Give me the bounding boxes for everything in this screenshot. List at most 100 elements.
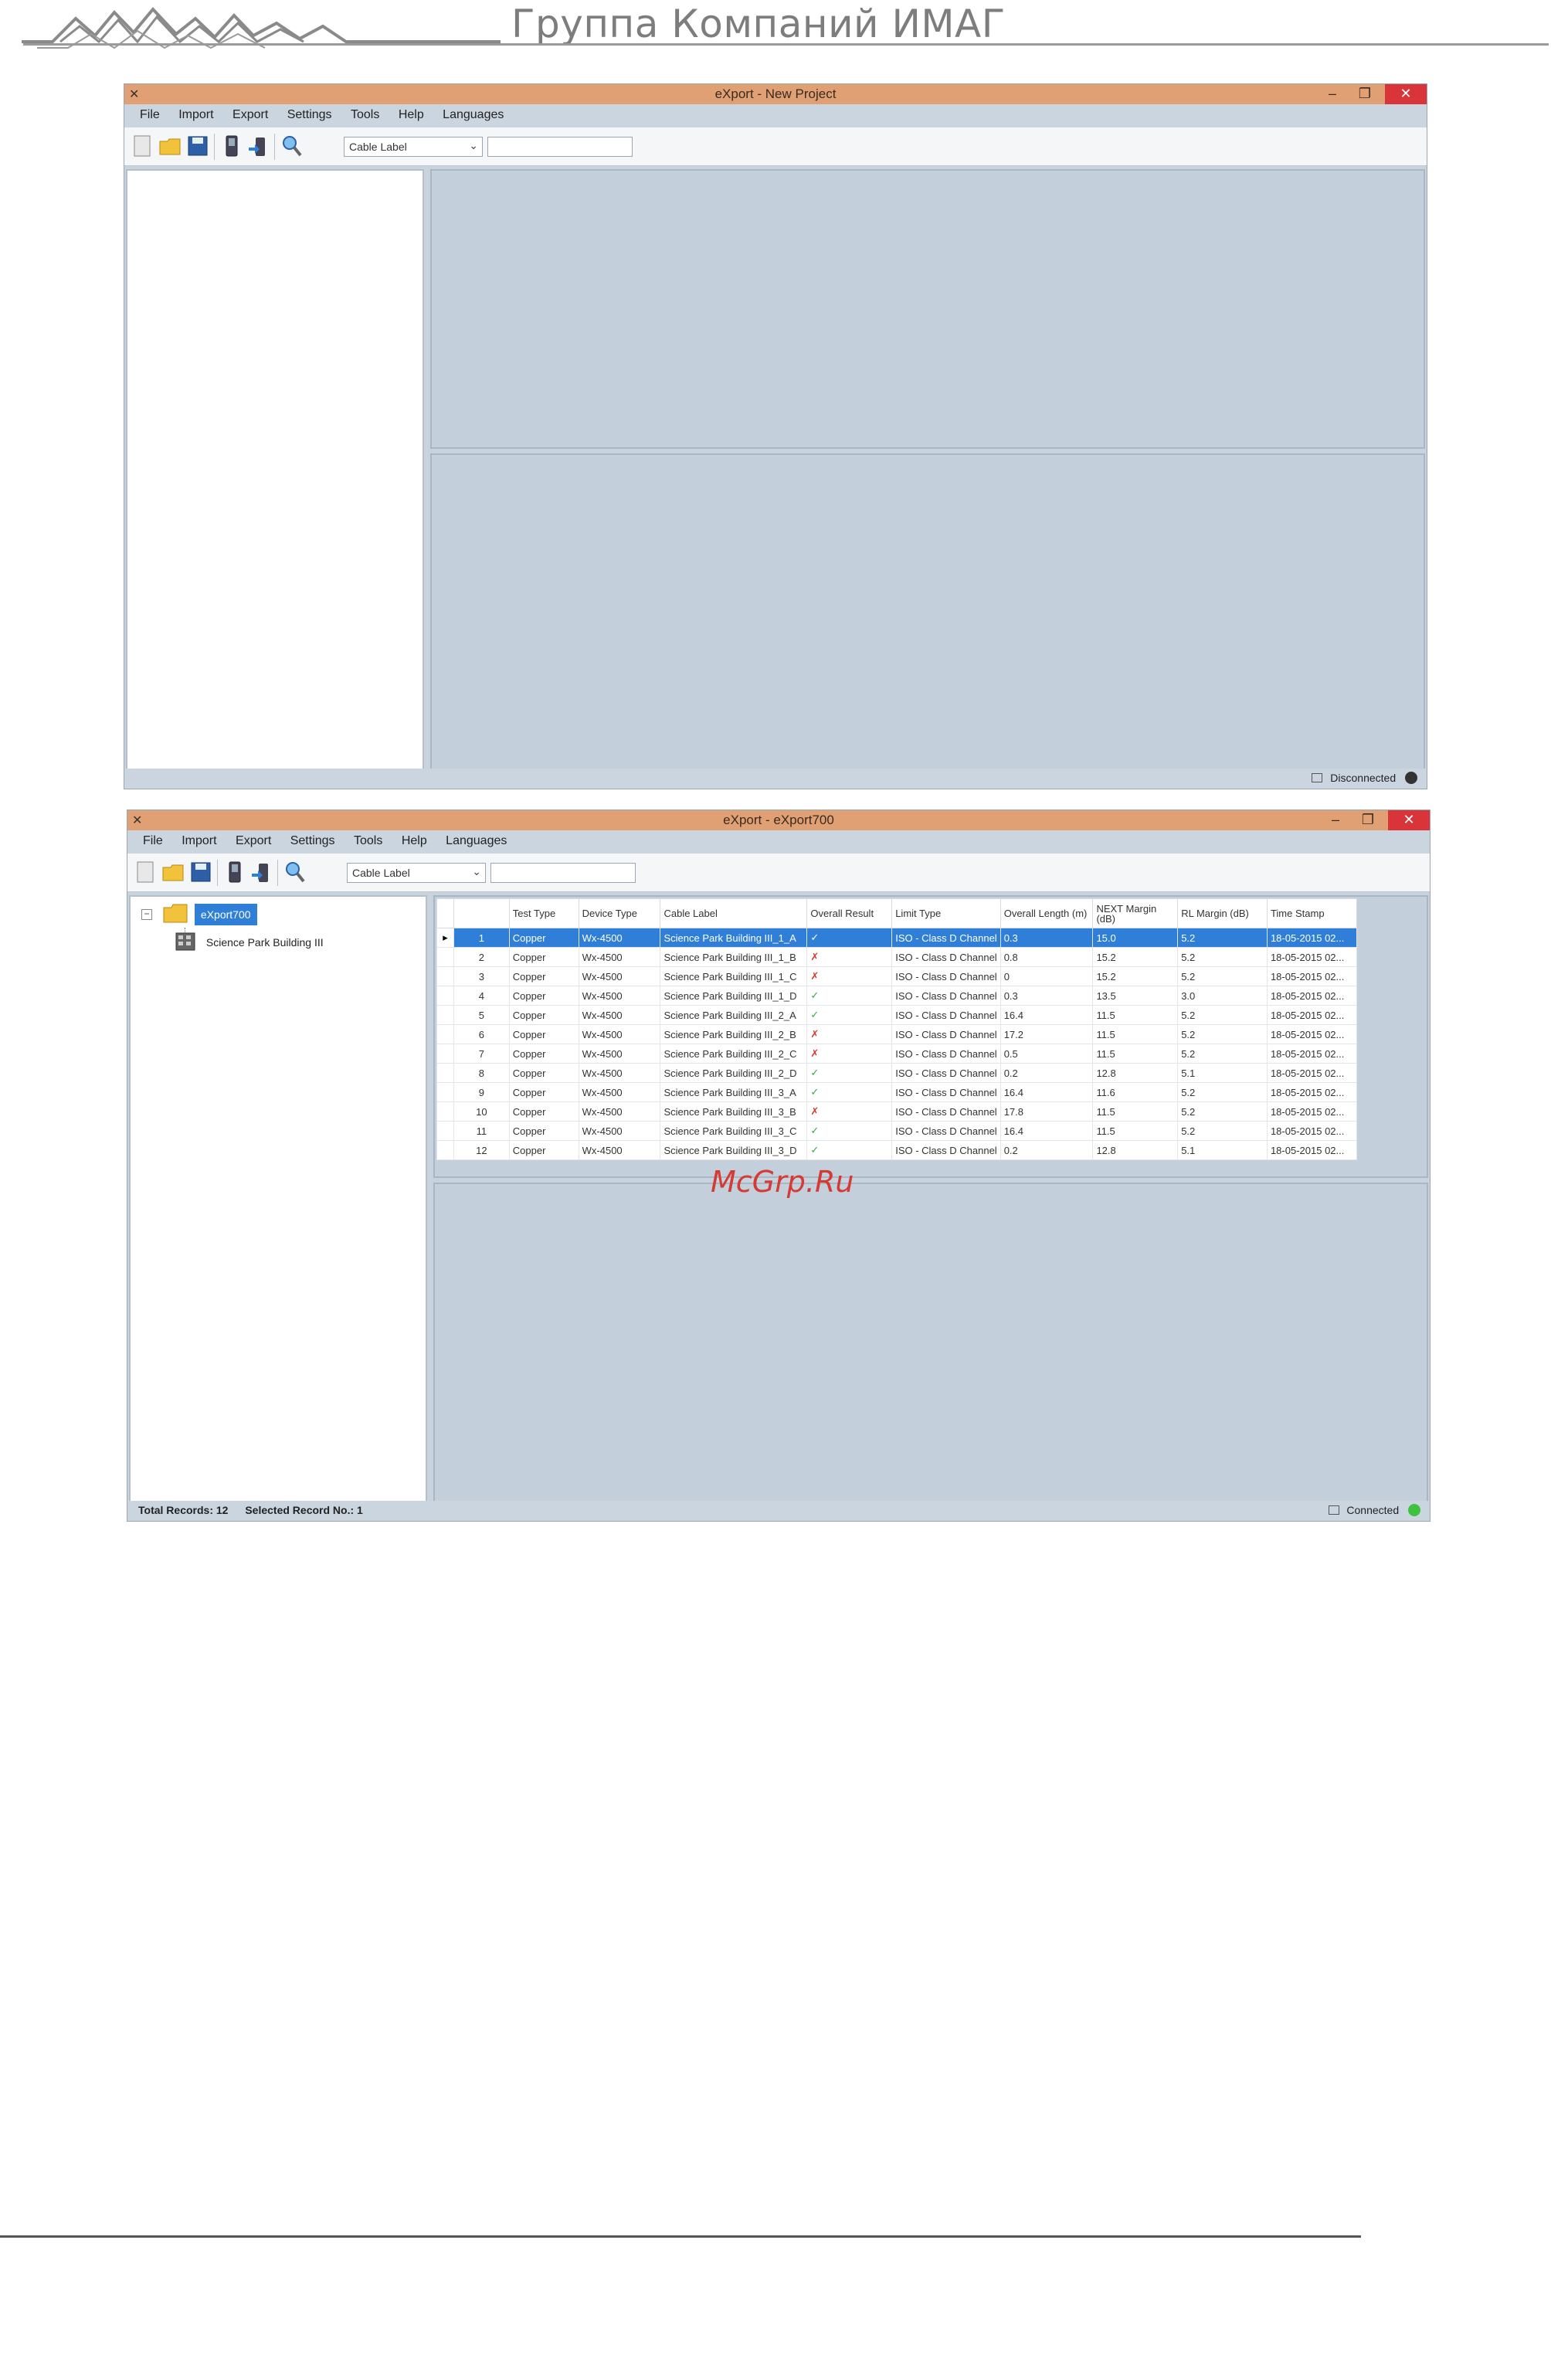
row-pointer-icon: ▸ bbox=[436, 928, 454, 948]
table-row[interactable]: 2 Copper Wx-4500 Science Park Building III_… bbox=[436, 947, 1358, 967]
records-panel[interactable]: Test Type Device Type Cable Label Overal… bbox=[433, 895, 1428, 1178]
menu-languages[interactable]: Languages bbox=[443, 104, 504, 123]
table-row[interactable]: 10 Copper Wx-4500 Science Park Building III… bbox=[436, 1101, 1358, 1122]
menu-export[interactable]: Export bbox=[236, 830, 271, 849]
column-header-limit-type[interactable]: Limit Type bbox=[891, 898, 1001, 928]
cell-rl-margin: 5.2 bbox=[1177, 928, 1268, 948]
row-pointer-icon bbox=[436, 1005, 454, 1025]
fail-cross-icon: ✗ bbox=[810, 1047, 820, 1059]
title-bar[interactable]: ✕ eXport - New Project – ❐ ✕ bbox=[124, 84, 1427, 104]
collapse-icon[interactable]: − bbox=[141, 909, 152, 920]
tree-child-node[interactable]: Science Park Building III bbox=[174, 931, 324, 952]
menu-file[interactable]: File bbox=[140, 104, 160, 123]
toolbar: Cable Label ⌄ bbox=[124, 127, 1427, 166]
cell-limit-type: ISO - Class D Channel bbox=[891, 947, 1001, 967]
table-row[interactable]: 5 Copper Wx-4500 Science Park Building III_… bbox=[436, 1005, 1358, 1025]
project-tree-panel[interactable] bbox=[126, 169, 424, 770]
pass-check-icon: ✓ bbox=[810, 1009, 820, 1020]
cell-test-type: Copper bbox=[508, 947, 579, 967]
menu-settings[interactable]: Settings bbox=[287, 104, 332, 123]
new-document-icon[interactable] bbox=[131, 134, 154, 158]
search-icon[interactable] bbox=[283, 860, 307, 884]
records-panel[interactable] bbox=[430, 169, 1425, 449]
column-header-overall-length[interactable]: Overall Length (m) bbox=[1000, 898, 1094, 928]
tree-root-node[interactable]: − eXport700 bbox=[141, 903, 257, 925]
device-icon[interactable] bbox=[223, 860, 246, 884]
menu-import[interactable]: Import bbox=[182, 830, 216, 849]
search-field-select[interactable]: Cable Label ⌄ bbox=[344, 137, 483, 157]
table-row[interactable]: 8 Copper Wx-4500 Science Park Building III_… bbox=[436, 1063, 1358, 1083]
toolbar-separator bbox=[217, 860, 218, 886]
menu-help[interactable]: Help bbox=[402, 830, 427, 849]
tree-root-label[interactable]: eXport700 bbox=[194, 904, 257, 925]
column-header-overall-result[interactable]: Overall Result bbox=[806, 898, 893, 928]
cell-time-stamp: 18-05-2015 02... bbox=[1266, 947, 1358, 967]
table-row[interactable]: 9 Copper Wx-4500 Science Park Building III_… bbox=[436, 1082, 1358, 1102]
details-panel[interactable] bbox=[430, 453, 1425, 770]
cell-test-type: Copper bbox=[508, 1121, 579, 1141]
device-transfer-icon[interactable] bbox=[249, 860, 273, 884]
menu-tools[interactable]: Tools bbox=[351, 104, 379, 123]
menu-bar: File Import Export Settings Tools Help L… bbox=[124, 104, 1427, 127]
table-row[interactable]: 7 Copper Wx-4500 Science Park Building III_… bbox=[436, 1044, 1358, 1064]
search-field-value: Cable Label bbox=[352, 867, 410, 879]
restore-button[interactable]: ❐ bbox=[1354, 810, 1382, 830]
column-header-time-stamp[interactable]: Time Stamp bbox=[1266, 898, 1358, 928]
column-header-next-margin[interactable]: NEXT Margin (dB) bbox=[1092, 898, 1179, 928]
search-icon[interactable] bbox=[280, 134, 304, 158]
column-header-test-type[interactable]: Test Type bbox=[508, 898, 579, 928]
project-tree-panel[interactable]: − eXport700 Science Park Building III bbox=[129, 895, 427, 1502]
menu-import[interactable]: Import bbox=[178, 104, 213, 123]
table-row[interactable]: 3 Copper Wx-4500 Science Park Building III_… bbox=[436, 966, 1358, 986]
device-transfer-icon[interactable] bbox=[246, 134, 270, 158]
search-input[interactable] bbox=[487, 137, 633, 157]
details-panel[interactable] bbox=[433, 1183, 1428, 1502]
cell-cable-label: Science Park Building III_3_D bbox=[660, 1140, 808, 1160]
table-row[interactable]: 11 Copper Wx-4500 Science Park Building III… bbox=[436, 1121, 1358, 1141]
cell-next-margin: 15.2 bbox=[1092, 947, 1179, 967]
device-icon[interactable] bbox=[220, 134, 243, 158]
search-input[interactable] bbox=[490, 863, 636, 883]
cell-test-type: Copper bbox=[508, 1024, 579, 1044]
save-icon[interactable] bbox=[186, 134, 209, 158]
cell-device-type: Wx-4500 bbox=[578, 1140, 661, 1160]
minimize-button[interactable]: – bbox=[1319, 84, 1346, 104]
menu-languages[interactable]: Languages bbox=[446, 830, 507, 849]
menu-file[interactable]: File bbox=[143, 830, 163, 849]
row-number: 6 bbox=[453, 1024, 510, 1044]
column-header-rl-margin[interactable]: RL Margin (dB) bbox=[1177, 898, 1268, 928]
cell-device-type: Wx-4500 bbox=[578, 947, 661, 967]
cell-limit-type: ISO - Class D Channel bbox=[891, 928, 1001, 948]
table-row[interactable]: 6 Copper Wx-4500 Science Park Building III_… bbox=[436, 1024, 1358, 1044]
records-body: ▸ 1 Copper Wx-4500 Science Park Building III… bbox=[436, 928, 1358, 1160]
table-row[interactable]: 12 Copper Wx-4500 Science Park Building III… bbox=[436, 1140, 1358, 1160]
open-folder-icon[interactable] bbox=[161, 860, 185, 884]
search-field-select[interactable]: Cable Label ⌄ bbox=[347, 863, 486, 883]
minimize-button[interactable]: – bbox=[1322, 810, 1349, 830]
menu-tools[interactable]: Tools bbox=[354, 830, 382, 849]
toolbar-separator bbox=[277, 860, 278, 886]
menu-settings[interactable]: Settings bbox=[290, 830, 335, 849]
toolbar-separator bbox=[214, 134, 215, 160]
open-folder-icon[interactable] bbox=[158, 134, 182, 158]
table-row[interactable]: 4 Copper Wx-4500 Science Park Building III_… bbox=[436, 986, 1358, 1006]
title-bar[interactable]: ✕ eXport - eXport700 – ❐ ✕ bbox=[127, 810, 1430, 830]
connection-status-text: Connected bbox=[1346, 1504, 1400, 1516]
close-button[interactable]: ✕ bbox=[1388, 810, 1430, 830]
column-header-cable-label[interactable]: Cable Label bbox=[660, 898, 808, 928]
column-header-device-type[interactable]: Device Type bbox=[578, 898, 661, 928]
cell-overall-length: 17.2 bbox=[1000, 1024, 1094, 1044]
row-pointer-icon bbox=[436, 1140, 454, 1160]
cell-overall-result: ✓ bbox=[806, 1121, 893, 1141]
restore-button[interactable]: ❐ bbox=[1351, 84, 1379, 104]
menu-export[interactable]: Export bbox=[232, 104, 268, 123]
cell-overall-result: ✗ bbox=[806, 1024, 893, 1044]
cell-overall-result: ✓ bbox=[806, 928, 893, 948]
cell-cable-label: Science Park Building III_2_A bbox=[660, 1005, 808, 1025]
new-document-icon[interactable] bbox=[134, 860, 157, 884]
close-button[interactable]: ✕ bbox=[1385, 84, 1427, 104]
menu-help[interactable]: Help bbox=[399, 104, 424, 123]
save-icon[interactable] bbox=[189, 860, 212, 884]
cell-overall-length: 16.4 bbox=[1000, 1121, 1094, 1141]
table-row[interactable]: ▸ 1 Copper Wx-4500 Science Park Building III… bbox=[436, 928, 1358, 948]
